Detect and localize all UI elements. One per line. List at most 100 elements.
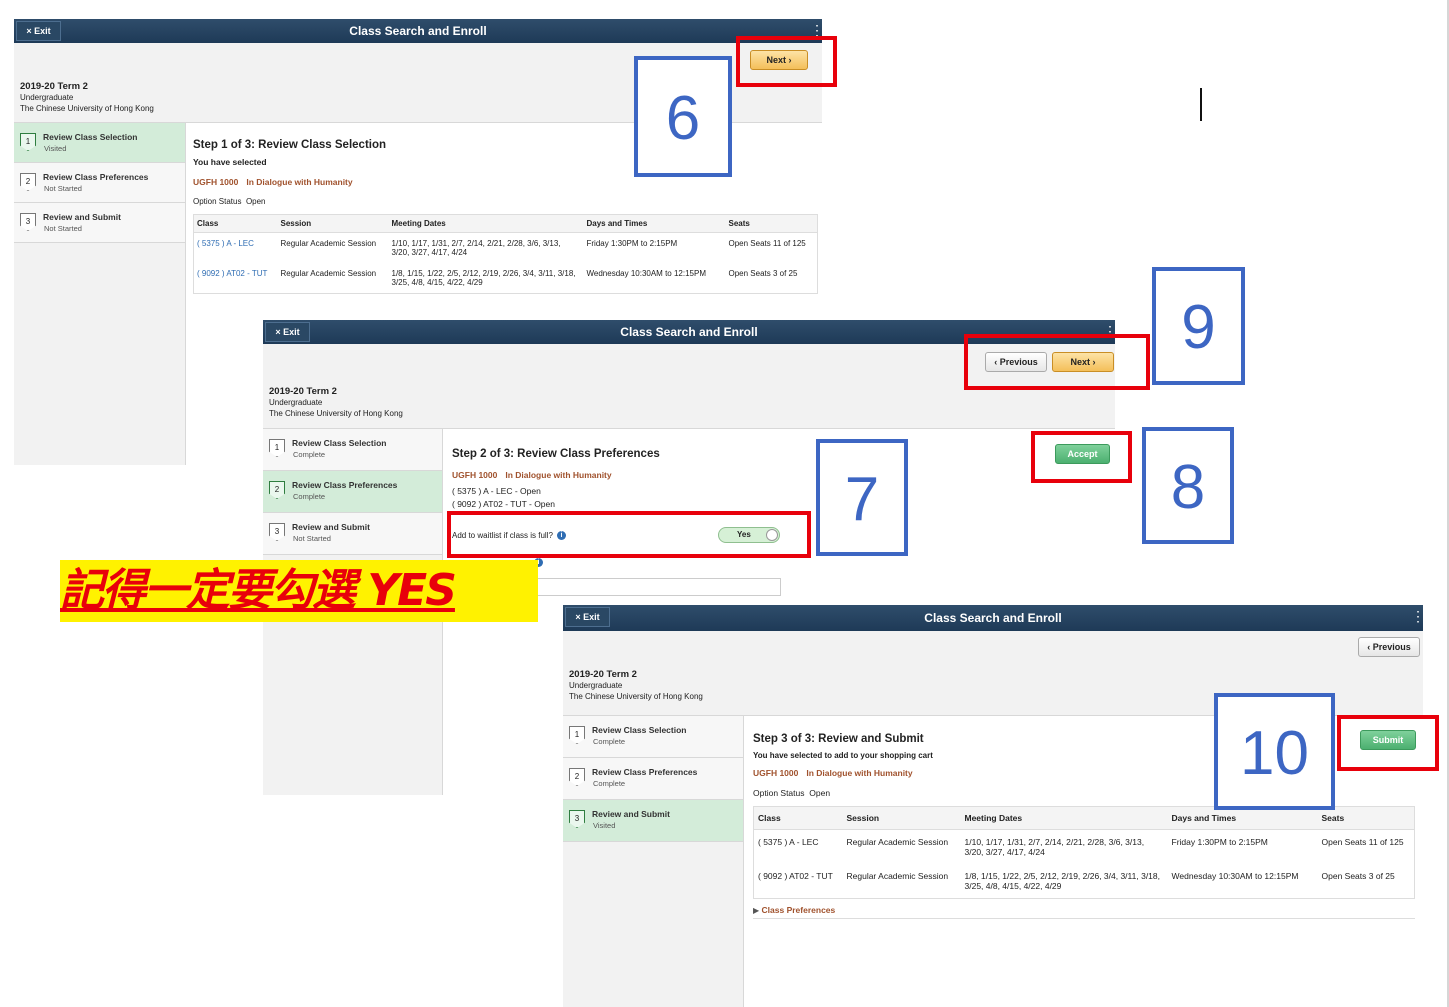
course-code: UGFH 1000: [452, 470, 498, 480]
class-link[interactable]: ( 9092 ) AT02 - TUT: [197, 269, 267, 278]
accept-button[interactable]: Accept: [1055, 444, 1110, 464]
step-item-review-class-preferences[interactable]: 2 Review Class Preferences Complete: [263, 471, 442, 513]
submit-button[interactable]: Submit: [1360, 730, 1416, 750]
dates-cell: 1/8, 1/15, 1/22, 2/5, 2/12, 2/19, 2/26, …: [391, 269, 576, 287]
step-number: 3: [269, 523, 285, 541]
step-status: Complete: [593, 779, 626, 788]
class-line: ( 5375 ) A - LEC - Open: [452, 486, 541, 496]
class-preferences-link[interactable]: Class Preferences: [762, 905, 836, 915]
dates-cell: 1/10, 1/17, 1/31, 2/7, 2/14, 2/21, 2/28,…: [391, 239, 561, 257]
course-title: UGFH 1000 In Dialogue with Humanity: [452, 470, 1092, 480]
triangle-right-icon: ▶: [753, 906, 760, 915]
reminder-note: 記得一定要勾選 YES: [60, 560, 538, 622]
class-line: ( 9092 ) AT02 - TUT - Open: [452, 499, 555, 509]
table-row: ( 9092 ) AT02 - TUT Regular Academic Ses…: [754, 864, 1415, 899]
course-title: UGFH 1000 In Dialogue with Humanity: [193, 177, 818, 187]
course-code: UGFH 1000: [193, 177, 239, 187]
seats-cell: Open Seats 3 of 25: [1321, 871, 1395, 881]
col-seats: Seats: [725, 214, 818, 233]
kebab-menu-icon[interactable]: ⋮: [1411, 606, 1425, 626]
next-button[interactable]: Next ›: [750, 50, 808, 70]
step-status: Complete: [293, 450, 326, 459]
class-table: Class Session Meeting Dates Days and Tim…: [753, 806, 1415, 899]
term-career: Undergraduate: [20, 93, 74, 102]
step-status: Complete: [593, 737, 626, 746]
step-status: Not Started: [293, 534, 331, 543]
step-item-review-class-preferences[interactable]: 2 Review Class Preferences Complete: [563, 758, 743, 800]
toggle-value: Yes: [737, 530, 751, 539]
term-name: 2019-20 Term 2: [269, 386, 337, 397]
step-item-review-and-submit[interactable]: 3 Review and Submit Not Started: [14, 203, 185, 243]
term-institution: The Chinese University of Hong Kong: [569, 692, 703, 701]
step-status: Complete: [293, 492, 326, 501]
times-cell: Wednesday 10:30AM to 12:15PM: [1171, 871, 1299, 881]
col-class: Class: [753, 806, 843, 830]
option-status: Option Status Open: [193, 197, 818, 206]
option-status-value: Open: [809, 788, 831, 798]
step-item-review-class-selection[interactable]: 1 Review Class Selection Complete: [563, 716, 743, 758]
class-table: Class Session Meeting Dates Days and Tim…: [193, 214, 818, 294]
step-item-review-and-submit[interactable]: 3 Review and Submit Visited: [563, 800, 743, 842]
app-title: Class Search and Enroll: [349, 24, 487, 38]
times-cell: Friday 1:30PM to 2:15PM: [586, 239, 678, 248]
kebab-menu-icon[interactable]: ⋮: [1103, 321, 1117, 341]
term-institution: The Chinese University of Hong Kong: [20, 104, 154, 113]
step-item-review-class-selection[interactable]: 1 Review Class Selection Complete: [263, 429, 442, 471]
option-status-label: Option Status: [753, 788, 805, 798]
session-cell: Regular Academic Session: [280, 239, 377, 248]
step-item-review-class-selection[interactable]: 1 Review Class Selection Visited: [14, 123, 185, 163]
exit-button[interactable]: × Exit: [265, 322, 310, 342]
info-icon[interactable]: i: [556, 531, 566, 541]
step-status: Visited: [593, 821, 616, 830]
next-button[interactable]: Next ›: [1052, 352, 1114, 372]
kebab-menu-icon[interactable]: ⋮: [810, 20, 824, 40]
app-title: Class Search and Enroll: [620, 325, 758, 339]
class-preferences-section[interactable]: ▶ Class Preferences: [753, 905, 1415, 919]
term-info: 2019-20 Term 2 Undergraduate The Chinese…: [569, 669, 703, 702]
step-number: 1: [269, 439, 285, 457]
step-item-review-and-submit[interactable]: 3 Review and Submit Not Started: [263, 513, 442, 555]
exit-button[interactable]: × Exit: [565, 607, 610, 627]
dates-cell: 1/8, 1/15, 1/22, 2/5, 2/12, 2/19, 2/26, …: [964, 871, 1161, 891]
step-label: Review and Submit: [292, 522, 370, 532]
preference-input[interactable]: [533, 578, 781, 596]
step-number-8: 8: [1142, 427, 1234, 544]
step-number: 2: [569, 768, 585, 786]
waitlist-toggle[interactable]: Yes: [718, 527, 780, 543]
step-status: Visited: [44, 144, 67, 153]
session-cell: Regular Academic Session: [846, 871, 949, 881]
text-cursor: [1200, 88, 1202, 121]
course-code: UGFH 1000: [753, 768, 799, 778]
table-row: ( 5375 ) A - LEC Regular Academic Sessio…: [754, 830, 1415, 865]
col-meeting-dates: Meeting Dates: [388, 214, 584, 233]
col-session: Session: [842, 806, 961, 830]
step-number: 3: [20, 213, 36, 231]
top-bar: Class Search and Enroll × Exit ⋮: [563, 605, 1425, 631]
times-cell: Friday 1:30PM to 2:15PM: [1171, 837, 1268, 847]
previous-button[interactable]: ‹ Previous: [985, 352, 1047, 372]
class-link[interactable]: ( 5375 ) A - LEC: [197, 239, 254, 248]
toggle-knob: [766, 529, 778, 541]
class-cell: ( 9092 ) AT02 - TUT: [758, 871, 833, 881]
step-status: Not Started: [44, 184, 82, 193]
exit-button[interactable]: × Exit: [16, 21, 61, 41]
term-name: 2019-20 Term 2: [569, 669, 637, 680]
session-cell: Regular Academic Session: [280, 269, 377, 278]
waitlist-label: Add to waitlist if class is full?: [452, 531, 553, 540]
seats-cell: Open Seats 11 of 125: [1321, 837, 1404, 847]
step-label: Review Class Preferences: [592, 767, 698, 777]
step-item-review-class-preferences[interactable]: 2 Review Class Preferences Not Started: [14, 163, 185, 203]
term-institution: The Chinese University of Hong Kong: [269, 409, 403, 418]
step-number: 2: [20, 173, 36, 191]
step-number: 3: [569, 810, 585, 828]
step-label: Review and Submit: [592, 809, 670, 819]
col-days-times: Days and Times: [583, 214, 726, 233]
step-label: Review Class Selection: [292, 438, 387, 448]
previous-button[interactable]: ‹ Previous: [1358, 637, 1420, 657]
step-status: Not Started: [44, 224, 82, 233]
course-name: In Dialogue with Humanity: [246, 177, 353, 187]
dates-cell: 1/10, 1/17, 1/31, 2/7, 2/14, 2/21, 2/28,…: [964, 837, 1145, 857]
session-cell: Regular Academic Session: [846, 837, 949, 847]
step-number-6: 6: [634, 56, 732, 177]
table-row: ( 9092 ) AT02 - TUT Regular Academic Ses…: [194, 263, 818, 294]
